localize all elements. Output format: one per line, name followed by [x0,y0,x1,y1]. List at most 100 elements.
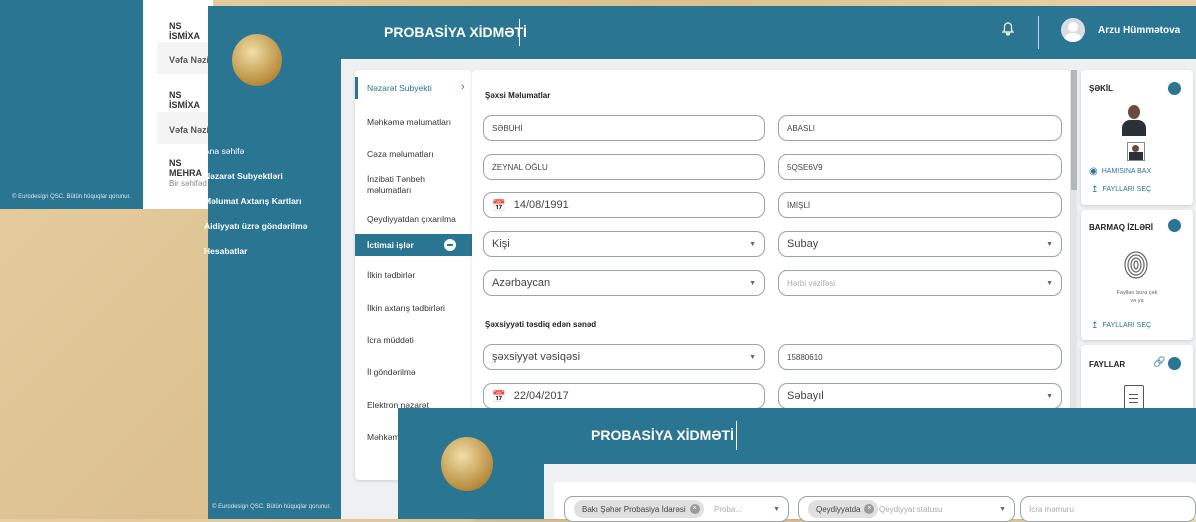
document-section-title: Şəxsiyyəti təsdiq edən sənəd [485,320,597,329]
add-file-icon[interactable] [1168,357,1181,370]
add-fingerprint-icon[interactable] [1168,219,1181,232]
add-photo-icon[interactable] [1168,82,1181,95]
nav-reports[interactable]: Hesabatlar [204,246,247,256]
files-title: FAYLLAR [1089,360,1126,369]
emblem-logo [232,34,282,86]
photo-thumbnail[interactable] [1127,142,1145,161]
chevron-down-icon: ▼ [1046,279,1053,287]
chevron-down-icon: ▼ [1046,240,1053,248]
drop-text: Faylları bura çək [1116,290,1158,296]
nav-search-cards[interactable]: Məlumat Axtarış Kartları [204,196,301,206]
birth-date-value: 14/08/1991 [513,199,569,211]
officer-filter[interactable]: İcra məmuru [1020,496,1196,522]
tab-referral[interactable]: İl göndərilmə [355,367,458,377]
eye-icon: ◉ [1089,166,1098,177]
officer-placeholder: İcra məmuru [1029,504,1074,514]
tab-court-info[interactable]: Məhkəmə məlumatları [355,117,458,127]
tab-administrative-info[interactable]: İnzibati Tənbeh məlumatları [355,174,455,196]
citizenship-value: Azərbaycan [492,277,551,289]
choose-files-button[interactable]: ↥ FAYLLARI SEÇ [1091,184,1151,195]
view-all-label: HAMISINA BAX [1101,168,1152,175]
department-chip[interactable]: Bakı Şəhər Probasiya İdarəsi × [574,500,704,518]
status-chip[interactable]: Qeydiyyatda × [808,500,879,518]
photo-card: ŞƏKİL ◉ HAMISINA BAX ↥ FAYLLARI SEÇ [1081,70,1193,205]
scrollbar-thumb[interactable] [1071,70,1077,190]
back-row[interactable]: Vəfa Nəzir [169,125,213,135]
marital-value: Subay [787,238,819,250]
tab-initial-search[interactable]: İlkin axtarış tədbirləri [355,303,458,313]
fin-field[interactable]: 5QSE6V9 [778,154,1062,180]
nav-referral[interactable]: Aidiyyatı üzrə göndərilmə [204,221,307,231]
birth-date-field[interactable]: 📅 14/08/1991 [483,192,765,218]
choose-files-button-2[interactable]: ↥ FAYLLARI SEÇ [1091,320,1151,331]
tab-supervision-subject[interactable]: Nəzarət Subyekti [355,83,458,93]
document-type-value: şəxsiyyət vəsiqəsi [492,351,581,363]
front-app-title: PROBASİYA XİDMƏTİ [591,427,734,443]
tab-punishment-info[interactable]: Cəza məlumatları [355,149,458,159]
photo-title: ŞƏKİL [1089,84,1114,93]
scrollbar-track[interactable] [1071,70,1077,410]
document-issuer-select[interactable]: Səbayıl ▼ [778,383,1062,409]
main-copyright: © Eurodesign QSC. Bütün hüquqlar qorunur… [212,504,331,510]
calendar-icon[interactable]: 📅 [492,390,506,403]
chevron-down-icon: ▼ [773,505,780,513]
first-name-field[interactable]: SƏBUHİ [483,115,765,141]
nav-home[interactable]: Ana səhifə [204,146,244,156]
marital-select[interactable]: Subay ▼ [778,231,1062,257]
fingerprints-title: BARMAQ İZLƏRİ [1089,223,1154,232]
minus-circle-icon[interactable] [444,239,456,251]
chevron-down-icon: ▼ [999,505,1006,513]
tab-social-work-label: İctimai işlər [367,240,414,250]
gender-select[interactable]: Kişi ▼ [483,231,765,257]
chevron-down-icon: ▼ [1046,392,1053,400]
photo-main[interactable] [1120,102,1148,136]
tab-deregistration[interactable]: Qeydiyyatdan çıxarılma [355,214,475,224]
nav-subjects[interactable]: Nəzarət Subyektləri [204,171,283,181]
chevron-right-icon: › [461,81,465,93]
user-name[interactable]: Arzu Hümmətova [1098,25,1180,36]
avatar[interactable] [1061,18,1085,42]
tab-social-work[interactable]: İctimai işlər [355,234,472,256]
chevron-down-icon: ▼ [749,240,756,248]
fingerprint-icon [1123,250,1149,280]
view-all-button[interactable]: ◉ HAMISINA BAX [1089,166,1189,177]
drop-or: və ya [1130,298,1144,304]
document-issuer-value: Səbayıl [787,390,824,402]
birth-place-field[interactable]: İMİŞLİ [778,192,1062,218]
back-row[interactable]: Vəfa Nəzir [169,55,213,65]
last-name-field[interactable]: ABASLI [778,115,1062,141]
link-icon[interactable]: 🔗 [1153,357,1165,368]
citizenship-select[interactable]: Azərbaycan ▼ [483,270,765,296]
status-placeholder: Qeydiyyat statusu [879,505,943,514]
document-date-value: 22/04/2017 [513,390,569,402]
close-icon[interactable]: × [689,504,700,514]
first-name-value: SƏBUHİ [492,123,523,133]
department-chip-label: Bakı Şəhər Probasiya İdarəsi [582,504,686,514]
document-date-field[interactable]: 📅 22/04/2017 [483,383,765,409]
choose-files-label: FAYLLARI SEÇ [1102,186,1152,193]
back-row[interactable]: NS İSMİXA [169,21,213,41]
close-icon[interactable]: × [864,504,875,514]
filter-card: ▼ Bakı Şəhər Probasiya İdarəsi × Proba...… [554,482,1196,522]
birth-place-value: İMİŞLİ [787,200,811,210]
tab-initial-measures[interactable]: İlkin tədbirlər [355,270,458,280]
tab-execution-period[interactable]: İcra müddəti [355,335,458,345]
fin-value: 5QSE6V9 [787,162,823,172]
patronymic-field[interactable]: ZEYNAL OĞLU [483,154,765,180]
back-footer-text: Bir səhifəd [169,179,207,188]
document-number-field[interactable]: 15880610 [778,344,1062,370]
military-placeholder: Hərbi vəzifəsi [787,278,836,288]
back-row[interactable]: NS İSMİXA [169,90,213,110]
front-title-divider [736,421,737,450]
military-select[interactable]: Hərbi vəzifəsi ▼ [778,270,1062,296]
bell-icon[interactable] [1001,22,1015,36]
chevron-down-icon: ▼ [749,279,756,287]
fingerprints-card: BARMAQ İZLƏRİ Faylları bura çək və ya ↥ … [1081,210,1193,340]
header-divider [1038,16,1039,49]
upload-icon: ↥ [1091,184,1099,194]
front-emblem-logo [441,437,493,491]
document-type-select[interactable]: şəxsiyyət vəsiqəsi ▼ [483,344,765,370]
calendar-icon[interactable]: 📅 [492,199,506,212]
app-title: PROBASİYA XİDMƏTİ [384,24,527,40]
back-copyright: © Eurodesign QSC. Bütün hüquqlar qorunur… [12,194,131,200]
